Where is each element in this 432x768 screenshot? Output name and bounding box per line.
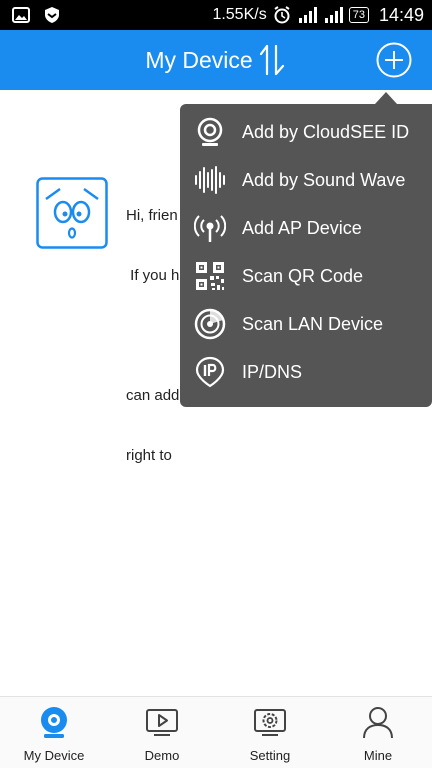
menu-item-label: Add by Sound Wave (242, 170, 406, 190)
swap-arrows-icon[interactable] (257, 42, 287, 78)
menu-pointer (375, 92, 397, 104)
menu-item-label: Scan LAN Device (242, 314, 384, 334)
clock: 14:49 (378, 4, 424, 25)
menu-item-label: Add AP Device (242, 218, 362, 238)
menu-item-label: Scan QR Code (242, 266, 364, 286)
status-right: 1.55K/s 73 14:49 (212, 0, 424, 30)
nav-label: Mine (363, 748, 393, 763)
menu-item-sound-wave[interactable]: Add by Sound Wave (180, 156, 432, 204)
menu-item-label: Add by CloudSEE ID (242, 122, 410, 142)
qr-code-icon (196, 262, 224, 290)
battery-level: 73 (348, 7, 369, 23)
alarm-icon (274, 6, 290, 24)
empty-text-line: can add (126, 387, 180, 404)
nav-label: Demo (144, 748, 180, 763)
nav-item-mine[interactable]: Mine (324, 697, 432, 768)
empty-text-line: If you h (126, 267, 180, 284)
app-header: My Device (0, 30, 432, 90)
menu-item-scan-lan[interactable]: Scan LAN Device (180, 300, 432, 348)
header-title-group[interactable]: My Device (0, 30, 432, 90)
nav-item-my-device[interactable]: My Device (0, 697, 108, 768)
empty-face-icon (36, 177, 108, 249)
camera-icon (41, 707, 67, 738)
menu-item-scan-qr[interactable]: Scan QR Code (180, 252, 432, 300)
gear-icon (254, 709, 286, 736)
webcam-icon (197, 117, 223, 146)
menu-item-ip-dns[interactable]: IP/DNS (180, 348, 432, 396)
signal-icon (324, 7, 343, 23)
nav-label: My Device (23, 748, 85, 763)
status-bar: 1.55K/s 73 14:49 (0, 0, 432, 30)
bottom-nav: My Device Demo Setting Mine (0, 696, 432, 768)
add-device-menu: Add by CloudSEE ID Add by Sound Wave Add… (180, 104, 432, 407)
page-title: My Device (145, 46, 253, 73)
app-screen: 1.55K/s 73 14:49 My Device Hi, frien If … (0, 0, 432, 768)
menu-item-cloudsee-id[interactable]: Add by CloudSEE ID (180, 108, 432, 156)
shield-icon (45, 7, 59, 23)
empty-text-line: right to (126, 447, 172, 464)
nav-item-demo[interactable]: Demo (108, 697, 216, 768)
nav-item-setting[interactable]: Setting (216, 697, 324, 768)
antenna-icon (194, 215, 226, 242)
menu-item-ap-device[interactable]: Add AP Device (180, 204, 432, 252)
image-icon (12, 7, 30, 23)
nav-label: Setting (249, 748, 291, 763)
ip-pin-icon (195, 356, 225, 388)
sound-wave-icon (195, 166, 225, 194)
status-left-icons (12, 6, 60, 24)
radar-icon (194, 308, 226, 340)
menu-item-label: IP/DNS (242, 362, 303, 382)
add-device-button[interactable] (376, 42, 412, 78)
empty-text-line: Hi, frien (126, 207, 178, 224)
signal-icon (298, 7, 317, 23)
empty-state-text: Hi, frien If you h can add right to (126, 166, 186, 506)
person-icon (363, 707, 393, 739)
play-icon (146, 709, 178, 736)
network-speed: 1.55K/s (212, 6, 267, 23)
